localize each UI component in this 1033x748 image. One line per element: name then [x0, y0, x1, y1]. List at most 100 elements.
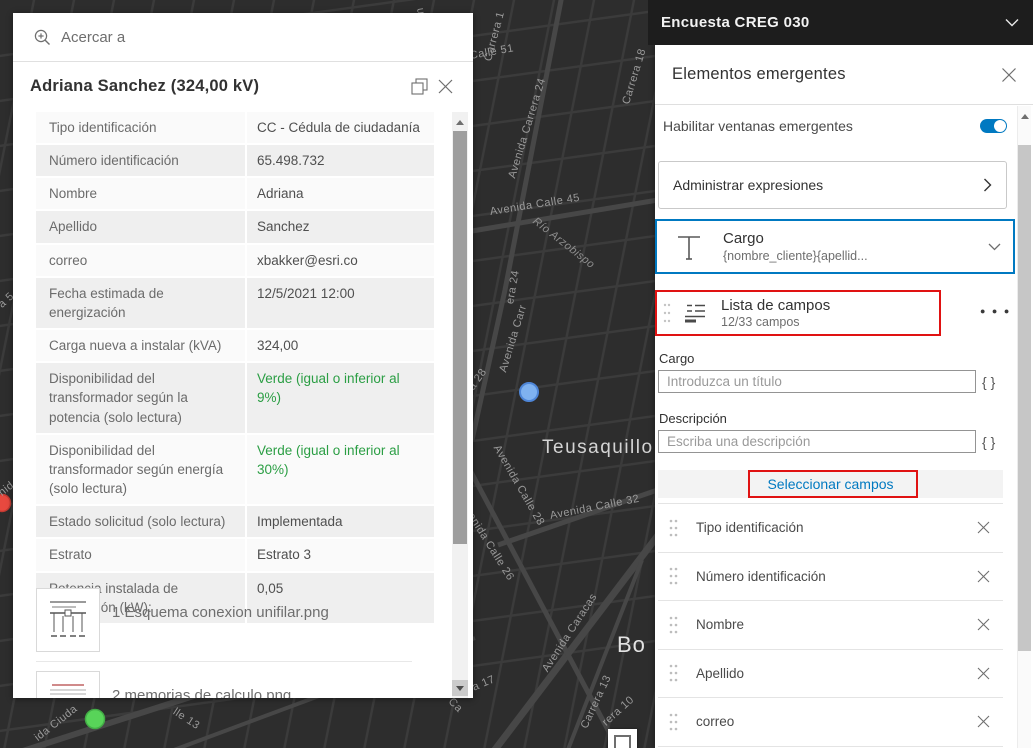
field-item-label: correo [696, 714, 735, 730]
field-value: xbakker@esri.co [257, 252, 358, 268]
field-list-icon [685, 304, 705, 323]
scrollbar-thumb[interactable] [453, 131, 467, 544]
scrollbar-thumb[interactable] [1018, 145, 1031, 651]
field-list-item[interactable]: correo [658, 697, 1003, 746]
dock-icon [410, 78, 428, 95]
field-list-title: Lista de campos [721, 297, 831, 314]
title-input[interactable] [658, 370, 976, 393]
enable-popups-label: Habilitar ventanas emergentes [663, 118, 853, 134]
close-icon[interactable] [1001, 67, 1017, 83]
field-label: Nombre [36, 178, 247, 210]
popup-title: Adriana Sanchez (324,00 kV) [30, 77, 260, 95]
field-item-label: Tipo identificación [696, 520, 804, 536]
red-point-marker [0, 493, 12, 513]
field-list-item[interactable]: Tipo identificación [658, 503, 1003, 552]
zoom-to-label: Acercar a [61, 28, 126, 46]
table-row: Número identificación 65.498.732 [36, 145, 434, 179]
table-row: Nombre Adriana [36, 178, 434, 212]
description-expression-button[interactable]: { } [982, 434, 995, 450]
remove-field-icon[interactable] [977, 715, 990, 728]
table-row: Carga nueva a instalar (kVA) 324,00 [36, 330, 434, 364]
field-value: Verde (igual o inferior al 9%) [257, 371, 400, 406]
field-value: 12/5/2021 12:00 [257, 285, 355, 301]
table-row: Disponibilidad del transformador según e… [36, 434, 434, 507]
panel-scrollbar[interactable] [1017, 106, 1031, 748]
scroll-up-arrow[interactable] [452, 114, 468, 130]
zoom-to-action[interactable]: Acercar a [13, 13, 473, 62]
panel-title: Elementos emergentes [672, 65, 846, 83]
chevron-right-icon [984, 178, 992, 192]
blue-point-marker [519, 382, 539, 402]
attachment-item[interactable]: 2 memorias de calculo.png [36, 671, 434, 698]
scroll-up-arrow[interactable] [1018, 108, 1031, 124]
field-label: Apellido [36, 211, 247, 243]
selected-fields-list: Tipo identificación Número identificació… [658, 503, 1003, 747]
element-subtitle: {nombre_cliente}{apellid... [723, 249, 868, 263]
element-title: Cargo [723, 230, 764, 247]
select-fields-button[interactable]: Seleccionar campos [767, 476, 893, 492]
manage-expressions-button[interactable]: Administrar expresiones [658, 161, 1007, 209]
drag-handle-icon[interactable] [663, 301, 671, 325]
drag-handle-icon[interactable] [669, 566, 678, 586]
remove-field-icon[interactable] [977, 570, 990, 583]
field-list-card[interactable]: Lista de campos 12/33 campos [655, 290, 941, 336]
drag-handle-icon[interactable] [669, 663, 678, 683]
field-label: Disponibilidad del transformador según e… [36, 434, 247, 505]
field-label: Carga nueva a instalar (kVA) [36, 330, 247, 362]
widget-title: Encuesta CREG 030 [661, 14, 810, 31]
description-input-label: Descripción [659, 411, 727, 426]
field-label: Tipo identificación [36, 112, 247, 144]
table-row: Estado solicitud (solo lectura) Implemen… [36, 506, 434, 540]
extent-icon [614, 735, 631, 748]
attachment-filename[interactable]: 2 memorias de calculo.png [112, 687, 291, 698]
field-value: Sanchez [257, 219, 310, 235]
field-item-label: Apellido [696, 665, 745, 681]
field-label: Disponibilidad del transformador según l… [36, 363, 247, 433]
table-row: Estrato Estrato 3 [36, 539, 434, 573]
popup-element-title-card[interactable]: Cargo {nombre_cliente}{apellid... [655, 219, 1015, 274]
field-label: Fecha estimada de energización [36, 277, 247, 329]
chevron-down-icon [988, 243, 1001, 250]
attachment-item[interactable]: 1 Esquema conexion unifilar.png [36, 588, 434, 652]
field-value: 65.498.732 [257, 153, 325, 169]
popup-scrollbar[interactable] [452, 112, 468, 698]
enable-popups-toggle[interactable] [980, 119, 1007, 133]
description-input[interactable] [658, 430, 976, 453]
field-item-label: Nombre [696, 617, 745, 633]
table-row: correo xbakker@esri.co [36, 244, 434, 278]
zoom-to-icon [34, 29, 50, 45]
field-label: Número identificación [36, 145, 247, 177]
close-popup-button[interactable] [432, 74, 458, 100]
field-list-item[interactable]: Número identificación [658, 551, 1003, 601]
field-list-item[interactable]: Apellido [658, 648, 1003, 698]
field-value: Adriana [257, 186, 304, 202]
popup-settings-panel: Elementos emergentes Habilitar ventanas … [655, 45, 1033, 748]
field-label: Estrato [36, 539, 247, 571]
table-row: Disponibilidad del transformador según l… [36, 363, 434, 435]
drag-handle-icon[interactable] [669, 518, 678, 538]
remove-field-icon[interactable] [977, 521, 990, 534]
field-value: CC - Cédula de ciudadanía [257, 120, 420, 135]
app-window: Carrera 1 Calle 51 Avenida Carrera 24 Ca… [0, 0, 1033, 748]
attachment-thumbnail [36, 671, 100, 698]
attachment-thumbnail [36, 588, 100, 652]
drag-handle-icon[interactable] [669, 712, 678, 732]
table-row: Tipo identificación CC - Cédula de ciuda… [36, 112, 434, 146]
text-element-icon [678, 235, 700, 260]
widget-titlebar[interactable]: Encuesta CREG 030 [648, 0, 1033, 45]
more-options-button[interactable]: ● ● ● [980, 306, 1011, 316]
feature-popup: Acercar a Adriana Sanchez (324,00 kV) Ti… [13, 13, 473, 698]
dock-popup-button[interactable] [406, 74, 432, 100]
field-list-item[interactable]: Nombre [658, 600, 1003, 649]
map-widget-button[interactable] [608, 729, 637, 748]
remove-field-icon[interactable] [977, 667, 990, 680]
table-row: Apellido Sanchez [36, 211, 434, 245]
scroll-down-arrow[interactable] [452, 680, 468, 696]
field-value: Estrato 3 [257, 547, 312, 563]
field-list-count: 12/33 campos [721, 315, 800, 329]
field-label: correo [36, 244, 247, 276]
drag-handle-icon[interactable] [669, 615, 678, 635]
title-expression-button[interactable]: { } [982, 374, 995, 390]
remove-field-icon[interactable] [977, 618, 990, 631]
attachment-filename[interactable]: 1 Esquema conexion unifilar.png [112, 604, 329, 652]
